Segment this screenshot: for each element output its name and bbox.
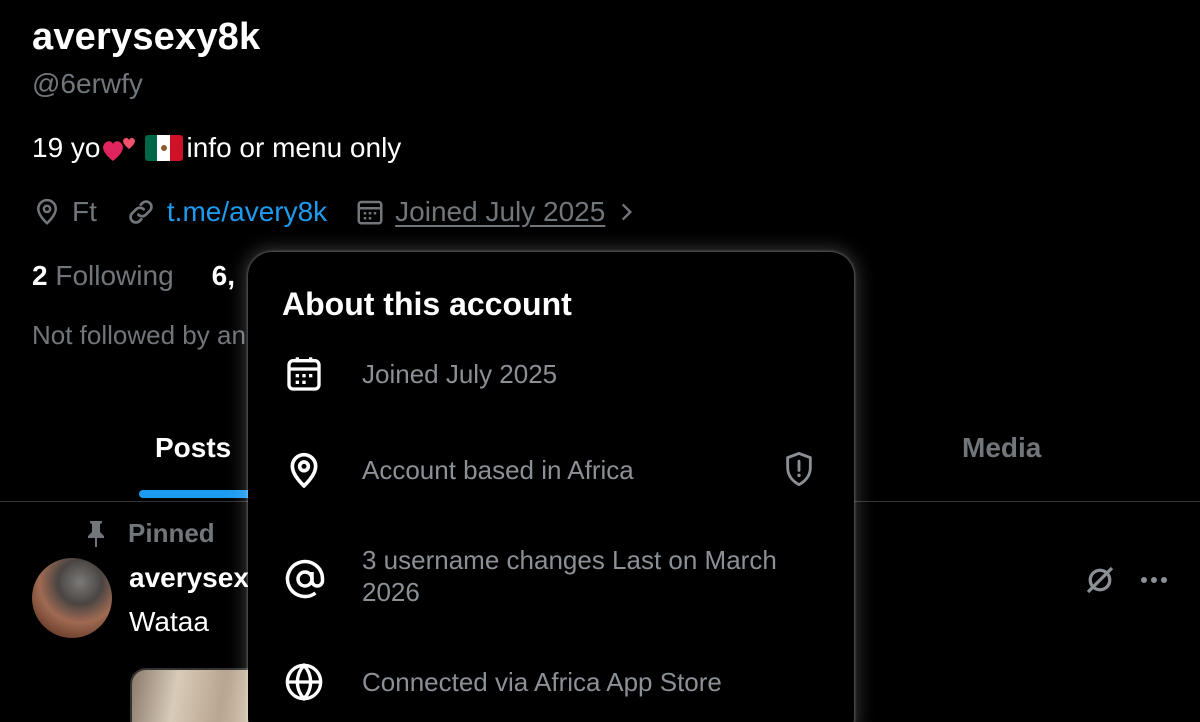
profile-display-name: averysexy8k	[32, 16, 261, 58]
profile-counts: 2 Following 6,	[32, 260, 273, 292]
post-author-name[interactable]: averysex	[129, 562, 249, 594]
tab-media[interactable]: Media	[962, 432, 1041, 464]
pinned-text: Pinned	[128, 518, 215, 548]
about-account-popover: About this account Joined July 2025 Acco…	[248, 252, 854, 722]
popover-username-changes-text: 3 username changes Last on March 2026	[362, 545, 777, 607]
location-pin-icon	[290, 452, 318, 489]
followers-count: 6,	[211, 260, 235, 291]
followed-by-text: Not followed by an	[32, 320, 246, 350]
grok-icon[interactable]	[1082, 562, 1118, 598]
profile-meta-row: Ft t.me/avery8k Joined July 2025	[32, 196, 667, 228]
avatar[interactable]	[32, 558, 112, 638]
location-text: Ft	[72, 196, 97, 227]
popover-title: About this account	[282, 286, 572, 322]
link-icon	[129, 200, 153, 224]
popover-joined-text: Joined July 2025	[362, 359, 558, 389]
profile-link[interactable]: t.me/avery8k	[125, 196, 327, 228]
tab-posts[interactable]: Posts	[155, 432, 231, 464]
tab-active-indicator	[139, 490, 259, 498]
profile-bio: 19 yo info or menu only	[32, 132, 401, 164]
more-options-icon[interactable]	[1138, 566, 1170, 594]
mexico-flag-emoji-icon	[144, 135, 183, 161]
calendar-icon	[287, 357, 321, 391]
profile-handle: @6erwfy	[32, 68, 143, 99]
following-label: Following	[55, 260, 174, 291]
two-hearts-emoji-icon	[101, 133, 141, 163]
profile-location: Ft	[32, 196, 97, 228]
calendar-icon	[357, 200, 383, 225]
popover-location-text: Account based in Africa	[362, 455, 634, 485]
joined-date-link[interactable]: Joined July 2025	[395, 196, 605, 228]
post-text: Wataa	[129, 606, 209, 637]
location-pin-icon	[36, 198, 58, 225]
bio-text-start: 19 yo	[32, 132, 101, 163]
at-sign-icon	[285, 559, 325, 599]
globe-icon	[285, 662, 323, 702]
following-count-link[interactable]: 2 Following	[32, 260, 174, 292]
bio-text-end: info or menu only	[186, 132, 402, 163]
followers-count-link[interactable]: 6,	[212, 260, 235, 292]
profile-link-text[interactable]: t.me/avery8k	[167, 196, 327, 228]
shield-alert-icon[interactable]	[782, 450, 816, 488]
popover-connected-text: Connected via Africa App Store	[362, 667, 722, 697]
pinned-label: Pinned	[84, 518, 215, 549]
profile-joined[interactable]: Joined July 2025	[355, 196, 639, 228]
pin-icon	[88, 520, 104, 547]
following-count: 2	[32, 260, 48, 291]
chevron-right-icon	[622, 203, 633, 221]
